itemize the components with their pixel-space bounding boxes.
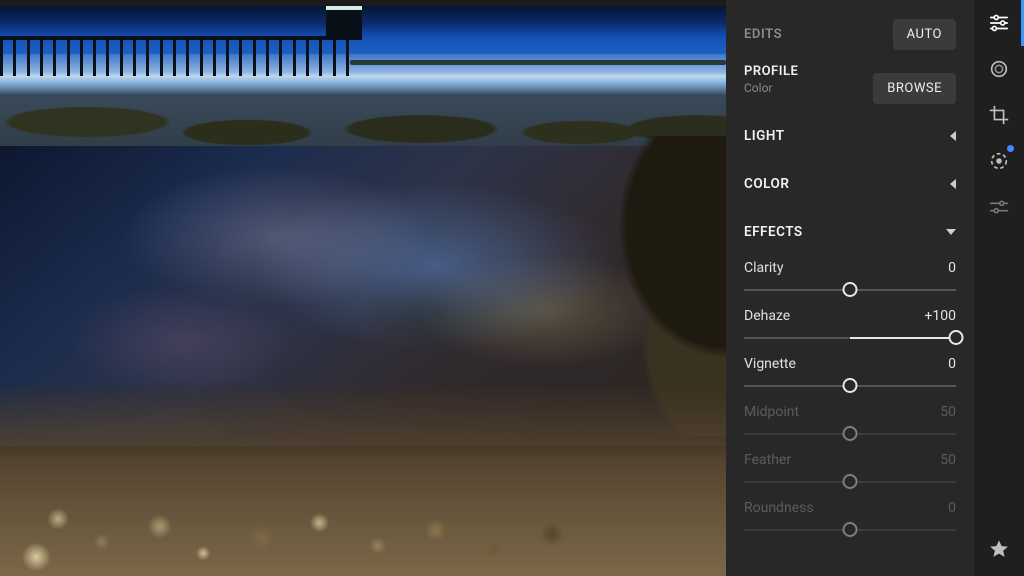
slider-label-clarity: Clarity xyxy=(744,260,783,276)
healing-tool-button[interactable] xyxy=(974,46,1024,92)
slider-feather: Feather 50 xyxy=(744,452,956,494)
profile-row: PROFILE Color BROWSE xyxy=(744,58,956,112)
slider-track-roundness[interactable] xyxy=(744,518,956,542)
slider-label-vignette: Vignette xyxy=(744,356,796,372)
right-toolstrip xyxy=(974,0,1024,576)
photo-pier-pillars xyxy=(0,40,350,76)
slider-track-feather[interactable] xyxy=(744,470,956,494)
preset-circle-icon xyxy=(988,150,1010,172)
auto-button[interactable]: AUTO xyxy=(893,19,956,50)
slider-track-midpoint[interactable] xyxy=(744,422,956,446)
sliders-icon xyxy=(988,12,1010,34)
edits-row: EDITS AUTO xyxy=(744,10,956,58)
light-label: LIGHT xyxy=(744,128,785,144)
slider-clarity: Clarity 0 xyxy=(744,260,956,302)
slider-midpoint: Midpoint 50 xyxy=(744,404,956,446)
crop-tool-button[interactable] xyxy=(974,92,1024,138)
slider-value-vignette: 0 xyxy=(948,356,956,372)
slider-track-clarity[interactable] xyxy=(744,278,956,302)
color-label: COLOR xyxy=(744,176,789,192)
presets-tool-button[interactable] xyxy=(974,138,1024,184)
slider-vignette: Vignette 0 xyxy=(744,356,956,398)
slider-label-midpoint: Midpoint xyxy=(744,404,799,420)
rate-star-button[interactable] xyxy=(974,526,1024,572)
light-section-header[interactable]: LIGHT xyxy=(744,112,956,160)
slider-label-feather: Feather xyxy=(744,452,791,468)
edit-tool-button[interactable] xyxy=(974,0,1024,46)
effects-label: EFFECTS xyxy=(744,224,803,240)
notification-badge-icon xyxy=(1006,144,1015,153)
slider-track-dehaze[interactable] xyxy=(744,326,956,350)
star-icon xyxy=(988,538,1010,560)
photo-rocks-foreground xyxy=(0,386,726,576)
effects-section-header[interactable]: EFFECTS xyxy=(744,208,956,256)
collapse-left-icon xyxy=(950,131,956,141)
profile-label: PROFILE xyxy=(744,64,798,79)
expand-down-icon xyxy=(946,229,956,235)
local-adjust-tool-button[interactable] xyxy=(974,184,1024,230)
local-adjust-icon xyxy=(988,196,1010,218)
slider-value-roundness: 0 xyxy=(948,500,956,516)
healing-brush-icon xyxy=(988,58,1010,80)
browse-button[interactable]: BROWSE xyxy=(873,73,956,104)
crop-icon xyxy=(988,104,1010,126)
slider-label-roundness: Roundness xyxy=(744,500,814,516)
collapse-left-icon xyxy=(950,179,956,189)
profile-value: Color xyxy=(744,81,798,95)
slider-label-dehaze: Dehaze xyxy=(744,308,790,324)
color-section-header[interactable]: COLOR xyxy=(744,160,956,208)
slider-value-midpoint: 50 xyxy=(940,404,956,420)
slider-roundness: Roundness 0 xyxy=(744,500,956,542)
slider-value-clarity: 0 xyxy=(948,260,956,276)
slider-value-feather: 50 xyxy=(940,452,956,468)
effects-sliders: Clarity0Dehaze+100Vignette0Midpoint50Fea… xyxy=(744,260,956,542)
slider-track-vignette[interactable] xyxy=(744,374,956,398)
edits-label: EDITS xyxy=(744,27,782,42)
slider-value-dehaze: +100 xyxy=(924,308,956,324)
edit-panel: EDITS AUTO PROFILE Color BROWSE LIGHT CO… xyxy=(726,0,974,576)
photo-distant-land xyxy=(350,60,726,65)
slider-dehaze: Dehaze +100 xyxy=(744,308,956,350)
image-canvas[interactable] xyxy=(0,0,726,576)
